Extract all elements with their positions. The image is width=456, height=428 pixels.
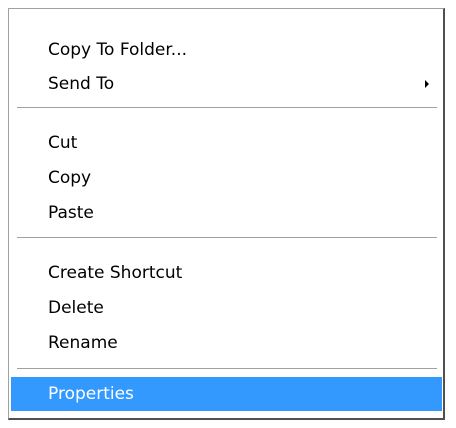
menu-separator	[17, 107, 437, 109]
menu-separator	[17, 368, 437, 370]
menu-item-paste[interactable]: Paste	[11, 196, 442, 230]
menu-item-copy-to-folder[interactable]: Copy To Folder...	[11, 33, 442, 67]
chevron-right-icon	[425, 80, 429, 88]
menu-item-label: Cut	[48, 133, 78, 153]
menu-item-label: Send To	[48, 74, 115, 94]
menu-item-delete[interactable]: Delete	[11, 291, 442, 325]
menu-item-rename[interactable]: Rename	[11, 326, 442, 360]
context-menu: Copy To Folder... Send To Cut Copy Paste…	[8, 8, 445, 420]
menu-item-label: Delete	[48, 298, 104, 318]
menu-item-label: Copy To Folder...	[48, 40, 188, 60]
menu-item-label: Properties	[48, 384, 134, 404]
menu-item-copy[interactable]: Copy	[11, 161, 442, 195]
menu-item-label: Paste	[48, 203, 94, 223]
menu-item-send-to[interactable]: Send To	[11, 67, 442, 101]
menu-item-label: Rename	[48, 333, 118, 353]
menu-item-cut[interactable]: Cut	[11, 126, 442, 160]
menu-item-properties[interactable]: Properties	[11, 377, 442, 411]
menu-separator	[17, 237, 437, 239]
menu-item-label: Copy	[48, 168, 92, 188]
menu-item-create-shortcut[interactable]: Create Shortcut	[11, 256, 442, 290]
menu-item-label: Create Shortcut	[48, 263, 183, 283]
